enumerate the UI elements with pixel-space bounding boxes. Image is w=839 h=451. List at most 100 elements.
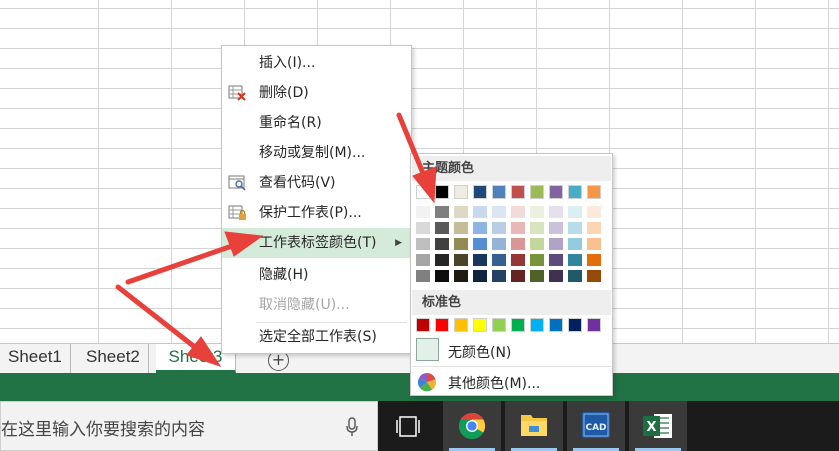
theme-shade-swatch[interactable] <box>416 206 430 218</box>
theme-shade-swatch[interactable] <box>511 238 525 250</box>
taskbar-search-box[interactable]: 在这里输入你要搜索的内容 <box>0 401 378 451</box>
menu-item-view-code[interactable]: 查看代码(V) <box>222 168 411 198</box>
theme-shade-swatch[interactable] <box>473 222 487 234</box>
theme-shade-swatch[interactable] <box>511 222 525 234</box>
theme-shade-swatch[interactable] <box>454 238 468 250</box>
theme-shade-swatch[interactable] <box>549 238 563 250</box>
svg-text:CAD: CAD <box>585 423 606 433</box>
theme-shade-swatch[interactable] <box>435 270 449 282</box>
menu-item-insert[interactable]: 插入(I)... <box>222 48 411 78</box>
theme-shade-swatch[interactable] <box>473 238 487 250</box>
theme-shade-swatch[interactable] <box>473 206 487 218</box>
theme-shade-swatch[interactable] <box>454 206 468 218</box>
menu-item-tab-color[interactable]: 工作表标签颜色(T) ▶ <box>222 228 411 258</box>
theme-shade-swatch[interactable] <box>454 270 468 282</box>
menu-item-rename[interactable]: 重命名(R) <box>222 108 411 138</box>
menu-item-delete[interactable]: 删除(D) <box>222 78 411 108</box>
chrome-icon <box>458 412 486 440</box>
theme-color-swatch[interactable] <box>530 185 544 199</box>
theme-shade-swatch[interactable] <box>454 254 468 266</box>
theme-shade-swatch[interactable] <box>492 238 506 250</box>
task-view-button[interactable] <box>379 401 437 451</box>
theme-shade-swatch[interactable] <box>587 222 601 234</box>
theme-shade-swatch[interactable] <box>530 222 544 234</box>
theme-shade-swatch[interactable] <box>416 270 430 282</box>
theme-shade-swatch[interactable] <box>416 222 430 234</box>
theme-shade-swatch[interactable] <box>568 254 582 266</box>
sheet-tab-sheet2[interactable]: Sheet2 <box>78 344 149 373</box>
view-code-icon <box>228 175 246 191</box>
menu-item-select-all-sheets[interactable]: 选定全部工作表(S) <box>222 322 411 352</box>
theme-shade-swatch[interactable] <box>435 206 449 218</box>
standard-color-swatch[interactable] <box>454 318 468 332</box>
menu-item-move-copy[interactable]: 移动或复制(M)... <box>222 138 411 168</box>
no-color-swatch[interactable] <box>416 338 439 361</box>
menu-item-protect-sheet[interactable]: 保护工作表(P)... <box>222 198 411 228</box>
theme-shade-swatch[interactable] <box>549 270 563 282</box>
theme-shade-swatch[interactable] <box>530 206 544 218</box>
theme-shade-swatch[interactable] <box>492 222 506 234</box>
taskbar-autocad[interactable]: CAD <box>567 401 625 451</box>
theme-shade-swatch[interactable] <box>568 270 582 282</box>
standard-color-swatch[interactable] <box>568 318 582 332</box>
theme-color-swatch[interactable] <box>473 185 487 199</box>
theme-shade-swatch[interactable] <box>511 254 525 266</box>
svg-text:X: X <box>646 420 656 435</box>
submenu-separator <box>412 366 611 367</box>
standard-color-swatch[interactable] <box>435 318 449 332</box>
autocad-icon: CAD <box>582 412 610 438</box>
tab-color-submenu: 主题颜色 标准色 无颜色(N) 其他颜色(M)... <box>410 153 613 396</box>
theme-shade-swatch[interactable] <box>492 206 506 218</box>
standard-color-swatch[interactable] <box>473 318 487 332</box>
theme-shade-swatch[interactable] <box>568 238 582 250</box>
theme-shade-swatch[interactable] <box>435 238 449 250</box>
theme-shade-swatch[interactable] <box>435 254 449 266</box>
taskbar-excel[interactable]: X <box>629 401 687 451</box>
theme-shade-swatch[interactable] <box>587 238 601 250</box>
theme-shade-swatch[interactable] <box>530 270 544 282</box>
standard-color-swatch[interactable] <box>492 318 506 332</box>
theme-color-swatch[interactable] <box>549 185 563 199</box>
excel-icon: X <box>643 414 672 438</box>
theme-shade-swatch[interactable] <box>549 254 563 266</box>
theme-shade-swatch[interactable] <box>492 254 506 266</box>
theme-shade-swatch[interactable] <box>549 206 563 218</box>
theme-color-swatch[interactable] <box>435 185 449 199</box>
theme-shade-swatch[interactable] <box>587 270 601 282</box>
theme-shade-swatch[interactable] <box>473 270 487 282</box>
taskbar-file-explorer[interactable] <box>505 401 563 451</box>
theme-color-swatch[interactable] <box>568 185 582 199</box>
theme-shade-swatch[interactable] <box>435 222 449 234</box>
theme-shade-swatch[interactable] <box>511 206 525 218</box>
theme-shade-swatch[interactable] <box>530 254 544 266</box>
theme-color-swatch[interactable] <box>587 185 601 199</box>
theme-shade-swatch[interactable] <box>568 222 582 234</box>
theme-shade-swatch[interactable] <box>473 254 487 266</box>
sheet-tab-sheet1[interactable]: Sheet1 <box>0 344 71 373</box>
standard-color-swatch[interactable] <box>549 318 563 332</box>
theme-shade-swatch[interactable] <box>587 254 601 266</box>
theme-shade-swatch[interactable] <box>416 254 430 266</box>
theme-shade-swatch[interactable] <box>492 270 506 282</box>
theme-color-swatch[interactable] <box>454 185 468 199</box>
standard-color-swatch[interactable] <box>530 318 544 332</box>
standard-color-swatch[interactable] <box>587 318 601 332</box>
theme-color-swatch[interactable] <box>511 185 525 199</box>
theme-shade-swatch[interactable] <box>511 270 525 282</box>
theme-shade-swatch[interactable] <box>530 238 544 250</box>
theme-color-swatch[interactable] <box>416 185 430 199</box>
theme-shade-swatch[interactable] <box>587 206 601 218</box>
menu-item-hide[interactable]: 隐藏(H) <box>222 260 411 290</box>
theme-shade-swatch[interactable] <box>454 222 468 234</box>
theme-shade-swatch[interactable] <box>568 206 582 218</box>
standard-color-swatch[interactable] <box>416 318 430 332</box>
theme-color-swatch[interactable] <box>492 185 506 199</box>
folder-icon <box>521 415 547 436</box>
more-colors-option[interactable]: 其他颜色(M)... <box>448 373 540 393</box>
theme-shade-swatch[interactable] <box>549 222 563 234</box>
taskbar-chrome[interactable] <box>443 401 501 451</box>
standard-color-swatch[interactable] <box>511 318 525 332</box>
no-color-option[interactable]: 无颜色(N) <box>448 342 511 362</box>
microphone-icon[interactable] <box>346 417 358 437</box>
theme-shade-swatch[interactable] <box>416 238 430 250</box>
